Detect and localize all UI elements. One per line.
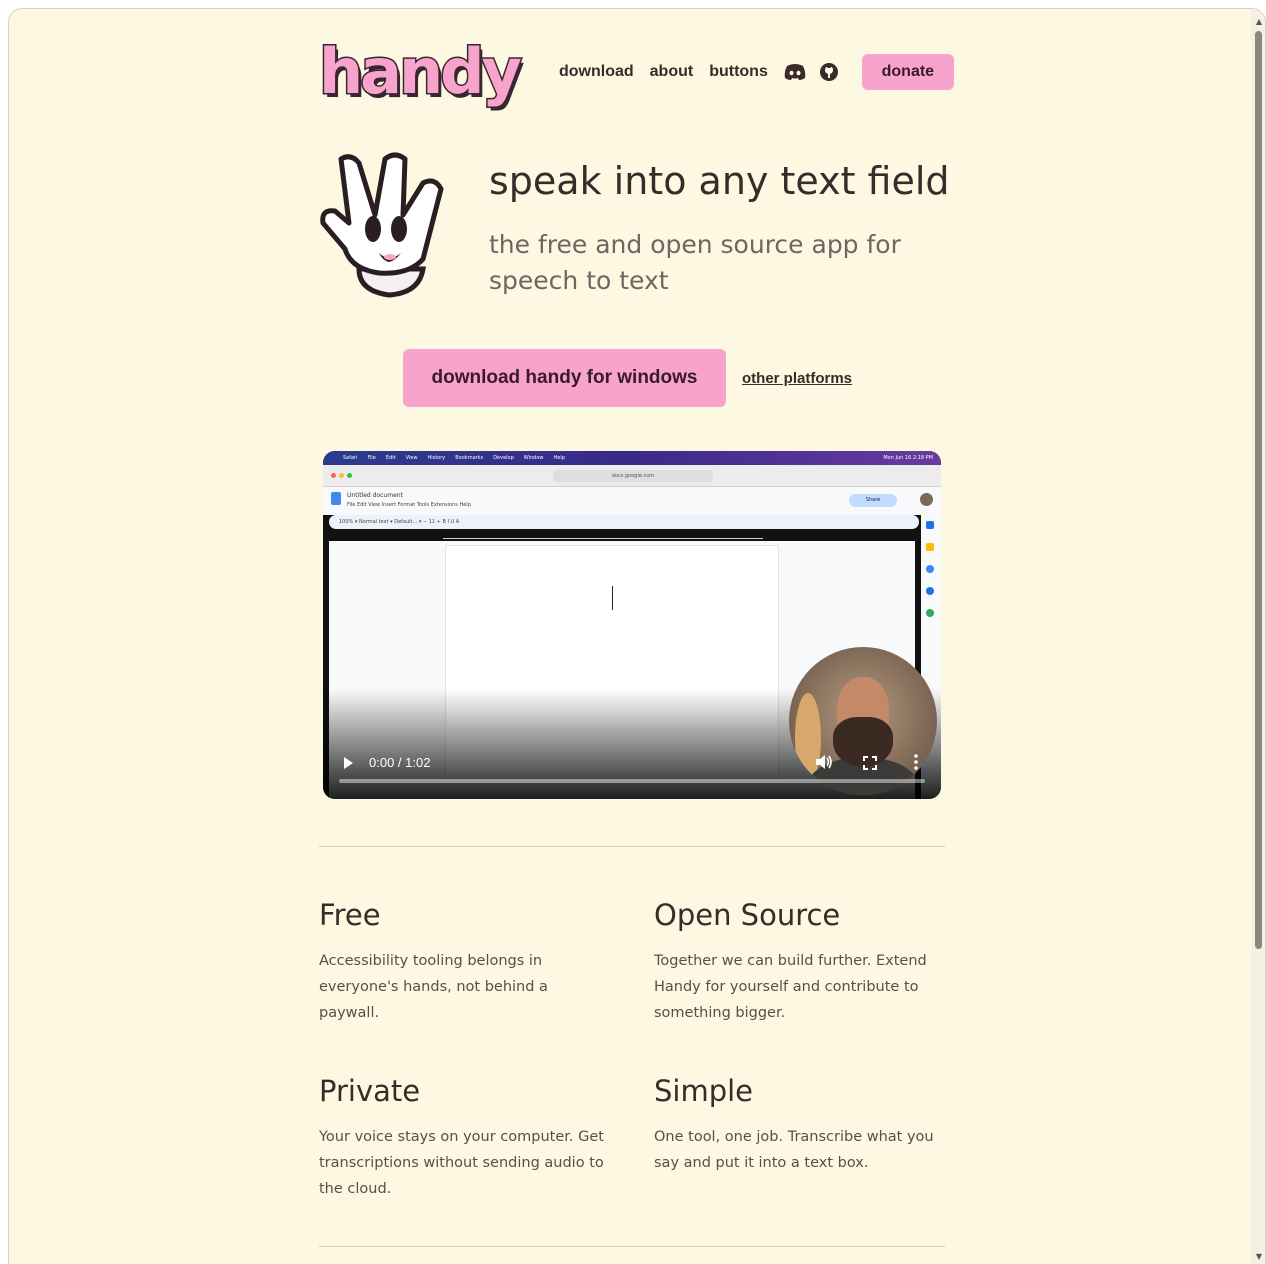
- feature-open-source: Open Source Together we can build furthe…: [654, 898, 944, 1026]
- more-options-icon[interactable]: [913, 753, 919, 771]
- video-avatar: [920, 493, 933, 506]
- scroll-up-arrow-icon[interactable]: ▲: [1256, 17, 1262, 26]
- feature-text: One tool, one job. Transcribe what you s…: [654, 1129, 934, 1171]
- mascot-hand-illustration: [319, 149, 461, 301]
- text-cursor: [612, 586, 613, 610]
- video-safari-toolbar: docs.google.com: [323, 465, 941, 487]
- page-scrollbar[interactable]: ▲ ▼: [1251, 9, 1265, 1264]
- menubar-item: History: [427, 455, 446, 461]
- fullscreen-icon[interactable]: [863, 755, 877, 770]
- feature-free: Free Accessibility tooling belongs in ev…: [319, 898, 609, 1026]
- contacts-icon: [926, 587, 934, 595]
- hero-title: speak into any text field: [489, 159, 950, 203]
- maps-icon: [926, 609, 934, 617]
- feature-simple: Simple One tool, one job. Transcribe wha…: [654, 1074, 944, 1176]
- volume-icon[interactable]: [815, 754, 833, 770]
- section-divider: [319, 846, 945, 847]
- github-icon[interactable]: [818, 61, 840, 83]
- video-share-button: Share: [849, 494, 897, 507]
- cta-row: download handy for windows other platfor…: [403, 349, 852, 407]
- menubar-item: Bookmarks: [455, 455, 484, 461]
- feature-text: Your voice stays on your computer. Get t…: [319, 1129, 604, 1197]
- video-docs-toolbar: 100% ▾ Normal text ▾ Default... ▾ − 11 +…: [329, 515, 919, 529]
- nav-buttons-link[interactable]: buttons: [709, 63, 768, 81]
- feature-title: Simple: [654, 1074, 754, 1108]
- video-ruler: [443, 531, 763, 539]
- other-platforms-link[interactable]: other platforms: [742, 370, 852, 387]
- calendar-icon: [926, 521, 934, 529]
- handy-logo[interactable]: handy: [318, 35, 524, 108]
- feature-private: Private Your voice stays on your compute…: [319, 1074, 609, 1202]
- nav-download-link[interactable]: download: [559, 63, 634, 81]
- feature-text: Together we can build further. Extend Ha…: [654, 953, 927, 1021]
- menubar-item: Edit: [385, 455, 396, 461]
- logo-wordmark: handy: [318, 35, 524, 108]
- menubar-item: Develop: [493, 455, 514, 461]
- hero-subtitle: the free and open source app for speech …: [489, 230, 901, 295]
- video-docs-header: Untitled document File Edit View Insert …: [323, 487, 941, 515]
- feature-text: Accessibility tooling belongs in everyon…: [319, 953, 548, 1021]
- top-nav: download about buttons donate: [559, 53, 954, 91]
- window-minimize-dot: [339, 473, 344, 478]
- window-close-dot: [331, 473, 336, 478]
- menubar-item: Window: [523, 455, 544, 461]
- discord-icon[interactable]: [784, 61, 806, 83]
- menubar-item: File: [367, 455, 376, 461]
- tasks-icon: [926, 565, 934, 573]
- download-windows-button[interactable]: download handy for windows: [403, 349, 726, 407]
- menubar-clock: Mon Jun 16 2:18 PM: [883, 455, 933, 461]
- video-doc-title: Untitled document: [347, 492, 403, 499]
- menubar-item: Safari: [343, 455, 358, 461]
- video-progress-bar[interactable]: [339, 779, 925, 783]
- section-divider-bottom: [319, 1246, 945, 1247]
- window-zoom-dot: [347, 473, 352, 478]
- donate-button[interactable]: donate: [861, 54, 954, 90]
- feature-title: Open Source: [654, 898, 841, 932]
- demo-video-player[interactable]: Safari File Edit View History Bookmarks …: [323, 451, 941, 799]
- play-icon[interactable]: [341, 755, 355, 769]
- browser-viewport: ▲ ▼ handy download about buttons donate …: [8, 8, 1266, 1264]
- video-url-box: docs.google.com: [553, 470, 713, 482]
- feature-title: Free: [319, 898, 381, 932]
- menubar-item: Help: [553, 455, 565, 461]
- scroll-thumb[interactable]: [1255, 31, 1262, 949]
- feature-title: Private: [319, 1074, 421, 1108]
- scroll-down-arrow-icon[interactable]: ▼: [1256, 1252, 1262, 1261]
- video-controls: 0:00 / 1:02: [323, 735, 941, 799]
- nav-about-link[interactable]: about: [650, 63, 694, 81]
- video-time: 0:00 / 1:02: [369, 755, 431, 770]
- keep-icon: [926, 543, 934, 551]
- docs-icon: [331, 492, 341, 505]
- menubar-item: View: [405, 455, 418, 461]
- video-mac-menubar: Safari File Edit View History Bookmarks …: [323, 451, 941, 465]
- video-doc-menus: File Edit View Insert Format Tools Exten…: [347, 502, 471, 508]
